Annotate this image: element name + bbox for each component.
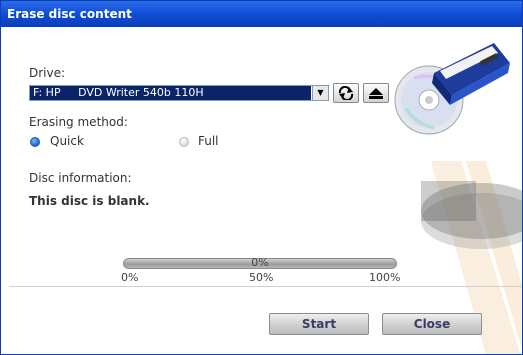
drive-selected-value: F: HP DVD Writer 540b 110H bbox=[30, 86, 311, 100]
refresh-icon bbox=[338, 85, 354, 102]
eject-icon bbox=[369, 88, 383, 99]
drive-select[interactable]: F: HP DVD Writer 540b 110H ▼ bbox=[29, 85, 329, 101]
quick-radio[interactable] bbox=[30, 137, 40, 147]
progress-percent-text: 0% bbox=[251, 256, 269, 269]
erase-progress-bar: 0% bbox=[123, 256, 397, 269]
window-title: Erase disc content bbox=[1, 1, 522, 27]
start-button[interactable]: Start bbox=[269, 313, 369, 335]
full-radio[interactable] bbox=[179, 137, 189, 147]
disc-status-text: This disc is blank. bbox=[29, 194, 150, 208]
progress-tick-end: 100% bbox=[369, 271, 401, 284]
divider bbox=[9, 286, 522, 287]
disc-drive-icon bbox=[394, 43, 510, 135]
progress-tick-mid: 50% bbox=[249, 271, 274, 284]
refresh-button[interactable] bbox=[333, 83, 359, 103]
erase-disc-window: Erase disc content Drive: F: HP DVD Writ… bbox=[0, 0, 523, 355]
drive-label: Drive: bbox=[29, 66, 66, 80]
full-radio-label[interactable]: Full bbox=[198, 134, 219, 148]
eject-button[interactable] bbox=[363, 83, 389, 103]
quick-radio-label[interactable]: Quick bbox=[50, 134, 84, 148]
erasing-method-label: Erasing method: bbox=[29, 115, 128, 129]
progress-tick-start: 0% bbox=[121, 271, 139, 284]
close-button[interactable]: Close bbox=[382, 313, 482, 335]
chevron-down-icon[interactable]: ▼ bbox=[312, 86, 328, 100]
disc-information-label: Disc information: bbox=[29, 171, 132, 185]
